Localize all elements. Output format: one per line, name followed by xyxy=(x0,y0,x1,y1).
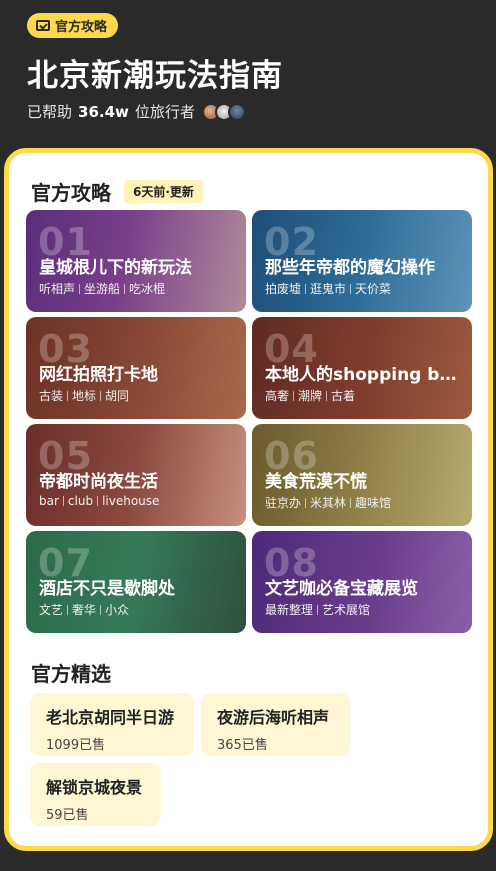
tag-separator xyxy=(305,498,307,508)
helped-prefix: 已帮助 xyxy=(27,103,73,121)
pick-name: 解锁京城夜景 xyxy=(46,778,143,797)
tile-tag: 坐游船 xyxy=(84,282,121,296)
guide-tile-7[interactable]: 07 酒店不只是歇脚处 文艺 奢华 小众 xyxy=(26,531,246,633)
traveler-avatars xyxy=(201,102,246,121)
tile-tag: 拍废墟 xyxy=(265,282,302,296)
tag-separator xyxy=(100,391,102,401)
tile-tag: 潮牌 xyxy=(298,389,323,403)
tile-tag: 天价菜 xyxy=(355,282,392,296)
guide-tile-3[interactable]: 03 网红拍照打卡地 古装 地标 胡同 xyxy=(26,317,246,419)
tile-title: 本地人的shopping bo... xyxy=(265,365,467,385)
pick-card-night-view[interactable]: 解锁京城夜景 59已售 xyxy=(30,763,161,826)
helped-count: 36.4w xyxy=(78,102,129,121)
tile-tag: 古着 xyxy=(331,389,356,403)
tag-separator xyxy=(100,605,102,615)
guides-section-title: 官方攻略 xyxy=(31,181,111,205)
tile-tag: 奢华 xyxy=(72,603,97,617)
tile-tag: 古装 xyxy=(39,389,64,403)
tag-separator xyxy=(67,605,69,615)
pick-sold-count: 1099已售 xyxy=(46,738,106,753)
header: 官方攻略 北京新潮玩法指南 已帮助 36.4w 位旅行者 xyxy=(0,0,496,160)
tile-tags: 高奢 潮牌 古着 xyxy=(265,387,355,404)
tile-tags: bar club livehouse xyxy=(39,494,159,508)
tag-separator xyxy=(79,284,81,294)
pick-name: 夜游后海听相声 xyxy=(217,708,330,727)
pick-name: 老北京胡同半日游 xyxy=(46,708,175,727)
guide-tile-6[interactable]: 06 美食荒漠不慌 驻京办 米其林 趣味馆 xyxy=(252,424,472,526)
tile-title: 美食荒漠不慌 xyxy=(265,472,367,492)
tile-title: 那些年帝都的魔幻操作 xyxy=(265,258,435,278)
tag-separator xyxy=(350,284,352,294)
avatar xyxy=(227,102,246,121)
pick-sold-count: 59已售 xyxy=(46,808,89,823)
tile-tag: 米其林 xyxy=(310,496,347,510)
helped-travelers: 已帮助 36.4w 位旅行者 xyxy=(27,101,246,122)
tile-tag: 驻京办 xyxy=(265,496,302,510)
pick-card-houhai-crosstalk[interactable]: 夜游后海听相声 365已售 xyxy=(201,693,350,756)
page-title: 北京新潮玩法指南 xyxy=(27,58,283,94)
helped-suffix: 位旅行者 xyxy=(134,103,195,121)
guide-tile-1[interactable]: 01 皇城根儿下的新玩法 听相声 坐游船 吃冰棍 xyxy=(26,210,246,312)
tile-title: 帝都时尚夜生活 xyxy=(39,472,158,492)
tile-tag: club xyxy=(67,494,94,508)
tile-tags: 驻京办 米其林 趣味馆 xyxy=(265,494,391,511)
guide-tile-5[interactable]: 05 帝都时尚夜生活 bar club livehouse xyxy=(26,424,246,526)
tile-tag: 胡同 xyxy=(105,389,130,403)
guide-logo-icon xyxy=(36,20,50,31)
picks-section-title: 官方精选 xyxy=(31,662,111,686)
badge-label: 官方攻略 xyxy=(55,20,108,35)
tile-tags: 文艺 奢华 小众 xyxy=(39,601,129,618)
guides-section-header: 官方攻略 6天前·更新 xyxy=(31,177,203,206)
tag-separator xyxy=(97,496,99,506)
guide-tile-2[interactable]: 02 那些年帝都的魔幻操作 拍废墟 逛鬼市 天价菜 xyxy=(252,210,472,312)
tag-separator xyxy=(350,498,352,508)
tile-tag: 艺术展馆 xyxy=(322,603,371,617)
tile-tag: 逛鬼市 xyxy=(310,282,347,296)
pick-sold-count: 365已售 xyxy=(217,738,268,753)
tag-separator xyxy=(124,284,126,294)
tile-tags: 拍废墟 逛鬼市 天价菜 xyxy=(265,280,391,297)
tile-title: 文艺咖必备宝藏展览 xyxy=(265,579,418,599)
tile-title: 皇城根儿下的新玩法 xyxy=(39,258,192,278)
tile-title: 酒店不只是歇脚处 xyxy=(39,579,175,599)
content-card: 官方攻略 6天前·更新 01 皇城根儿下的新玩法 听相声 坐游船 吃冰棍 02 那些年帝都的… xyxy=(4,148,493,851)
guide-tile-8[interactable]: 08 文艺咖必备宝藏展览 最新整理 艺术展馆 xyxy=(252,531,472,633)
tag-separator xyxy=(293,391,295,401)
tile-tag: 趣味馆 xyxy=(355,496,392,510)
guide-tile-4[interactable]: 04 本地人的shopping bo... 高奢 潮牌 古着 xyxy=(252,317,472,419)
official-guide-badge: 官方攻略 xyxy=(27,13,119,38)
tag-separator xyxy=(305,284,307,294)
tile-title: 网红拍照打卡地 xyxy=(39,365,158,385)
tag-separator xyxy=(317,605,319,615)
update-tag: 6天前·更新 xyxy=(124,180,203,203)
tile-tag: 小众 xyxy=(105,603,130,617)
tag-separator xyxy=(67,391,69,401)
tile-tags: 古装 地标 胡同 xyxy=(39,387,129,404)
tile-tag: livehouse xyxy=(102,494,160,508)
tag-separator xyxy=(62,496,64,506)
tile-tag: 听相声 xyxy=(39,282,76,296)
tile-tag: 吃冰棍 xyxy=(129,282,166,296)
tile-tags: 最新整理 艺术展馆 xyxy=(265,601,370,618)
tile-tag: bar xyxy=(39,494,59,508)
tile-tag: 高奢 xyxy=(265,389,290,403)
tile-tags: 听相声 坐游船 吃冰棍 xyxy=(39,280,165,297)
tag-separator xyxy=(326,391,328,401)
tile-tag: 地标 xyxy=(72,389,97,403)
tile-tag: 文艺 xyxy=(39,603,64,617)
tile-tag: 最新整理 xyxy=(265,603,314,617)
pick-card-hutong-tour[interactable]: 老北京胡同半日游 1099已售 xyxy=(30,693,194,756)
